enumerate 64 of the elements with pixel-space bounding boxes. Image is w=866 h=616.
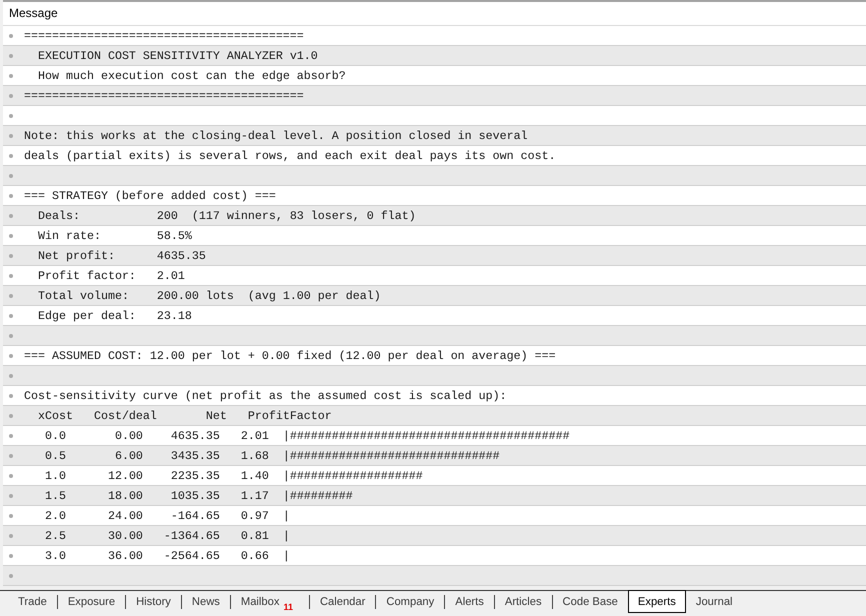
log-message: 1.5 18.00 1035.35 1.17 |#########: [45, 488, 353, 502]
log-message: 0.0 0.00 4635.35 2.01 |########################################: [45, 428, 570, 442]
dot-icon: [9, 474, 13, 478]
panel-tab[interactable]: Code Base: [552, 591, 628, 613]
dot-icon: [9, 34, 13, 38]
log-message: ========================================: [24, 88, 304, 102]
dot-icon: [9, 454, 13, 458]
dot-icon: [9, 574, 13, 578]
dot-icon: [9, 554, 13, 558]
panel-tab[interactable]: Alerts: [445, 591, 494, 613]
dot-icon: [9, 74, 13, 78]
dot-icon: [9, 154, 13, 158]
log-message: Profit factor: 2.01: [38, 268, 185, 282]
dot-icon: [9, 274, 13, 278]
dot-icon: [9, 214, 13, 218]
log-message: Deals: 200 (117 winners, 83 losers, 0 flat): [38, 208, 416, 222]
log-message: 2.0 24.00 -164.65 0.97 |: [45, 508, 290, 522]
log-message: Cost-sensitivity curve (net profit as the assumed cost is scaled up):: [24, 388, 507, 402]
dot-icon: [9, 414, 13, 418]
dot-icon: [9, 494, 13, 498]
dot-icon: [9, 194, 13, 198]
panel-tab[interactable]: News: [182, 591, 230, 613]
panel-tab[interactable]: Trade: [8, 591, 57, 613]
panel-tab[interactable]: Articles: [494, 591, 552, 613]
dot-icon: [9, 174, 13, 178]
dot-icon: [9, 294, 13, 298]
dot-icon: [9, 254, 13, 258]
dot-icon: [9, 94, 13, 98]
log-message: Net profit: 4635.35: [38, 248, 206, 262]
log-message: Win rate: 58.5%: [38, 228, 192, 242]
log-message: 0.5 6.00 3435.35 1.68 |##############################: [45, 448, 500, 462]
log-message: Edge per deal: 23.18: [38, 308, 192, 322]
panel-tab[interactable]: Experts: [628, 590, 686, 613]
unread-count: 11: [283, 602, 293, 612]
panel-tab[interactable]: Calendar: [310, 591, 376, 613]
log-message: 2.5 30.00 -1364.65 0.81 |: [45, 528, 290, 542]
dot-icon: [9, 134, 13, 138]
dot-icon: [9, 234, 13, 238]
dot-icon: [9, 314, 13, 318]
dot-icon: [9, 54, 13, 58]
log-message: How much execution cost can the edge absorb?: [38, 68, 346, 82]
log-message: Total volume: 200.00 lots (avg 1.00 per deal): [38, 288, 381, 302]
dot-icon: [9, 394, 13, 398]
log-message: Note: this works at the closing-deal level. A position closed in several: [24, 128, 528, 142]
dot-icon: [9, 354, 13, 358]
panel-tab[interactable]: Journal: [686, 591, 743, 613]
dot-icon: [9, 534, 13, 538]
log-message: 1.0 12.00 2235.35 1.40 |###################: [45, 468, 423, 482]
panel-tab[interactable]: Exposure: [58, 591, 126, 613]
dot-icon: [9, 334, 13, 338]
panel-tab[interactable]: Mailbox 11: [230, 591, 309, 613]
panel-tab[interactable]: Company: [376, 591, 444, 613]
dot-icon: [9, 514, 13, 518]
log-message: 3.0 36.00 -2564.65 0.66 |: [45, 548, 290, 562]
log-message: EXECUTION COST SENSITIVITY ANALYZER v1.0: [38, 48, 318, 62]
dot-icon: [9, 434, 13, 438]
log-message: xCost Cost/deal Net ProfitFactor: [38, 408, 332, 422]
log-message: deals (partial exits) is several rows, and each exit deal pays its own cost.: [24, 148, 556, 162]
log-message: === ASSUMED COST: 12.00 per lot + 0.00 fixed (12.00 per deal on average) ===: [24, 348, 556, 362]
panel-tab[interactable]: History: [126, 591, 181, 613]
dot-icon: [9, 114, 13, 118]
log-message: ========================================: [24, 28, 304, 42]
dot-icon: [9, 374, 13, 378]
log-message: === STRATEGY (before added cost) ===: [24, 188, 276, 202]
